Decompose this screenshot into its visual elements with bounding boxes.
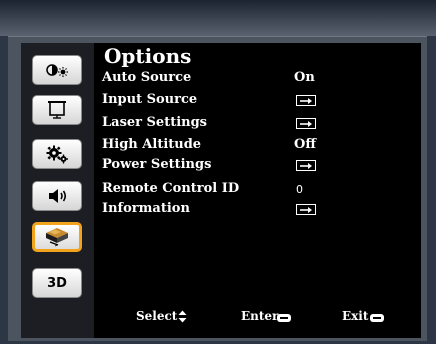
screen-display-icon [48, 101, 66, 119]
speaker-audio-icon [49, 189, 67, 203]
laser-settings-enter-arrow-icon[interactable] [296, 118, 316, 129]
enter-key-icon [277, 314, 291, 322]
input-source-enter-arrow-icon[interactable] [296, 95, 316, 106]
nav-display-button[interactable] [32, 95, 82, 125]
exit-hint-label: Exit [342, 309, 369, 323]
power-settings-label[interactable]: Power Settings [102, 157, 211, 173]
high-altitude-value[interactable]: Off [294, 137, 316, 153]
information-label[interactable]: Information [102, 201, 190, 217]
high-altitude-label[interactable]: High Altitude [102, 137, 201, 153]
nav-options-button[interactable] [32, 222, 82, 252]
top-background-band [0, 0, 436, 36]
menu-key-icon [370, 314, 384, 322]
auto-source-value[interactable]: On [294, 70, 315, 86]
3d-icon: 3D [47, 275, 67, 291]
remote-control-id-value[interactable]: 0 [296, 182, 303, 198]
nav-picture-button[interactable] [32, 55, 82, 85]
menu-title: Options [104, 44, 192, 68]
laser-settings-label[interactable]: Laser Settings [102, 115, 207, 131]
remote-control-id-label[interactable]: Remote Control ID [102, 181, 239, 197]
power-settings-enter-arrow-icon[interactable] [296, 160, 316, 171]
settings-gears-icon [46, 145, 68, 164]
nav-audio-button[interactable] [32, 181, 82, 211]
information-enter-arrow-icon[interactable] [296, 204, 316, 215]
nav-3d-button[interactable]: 3D [32, 268, 82, 298]
picture-contrast-icon [46, 64, 68, 77]
input-source-label[interactable]: Input Source [102, 92, 197, 108]
projector-options-icon [46, 228, 68, 247]
auto-source-label[interactable]: Auto Source [102, 70, 191, 86]
select-hint-label: Select [136, 309, 178, 323]
up-down-arrow-icon [178, 310, 187, 323]
nav-setup-button[interactable] [32, 139, 82, 169]
enter-hint-label: Enter [241, 309, 279, 323]
